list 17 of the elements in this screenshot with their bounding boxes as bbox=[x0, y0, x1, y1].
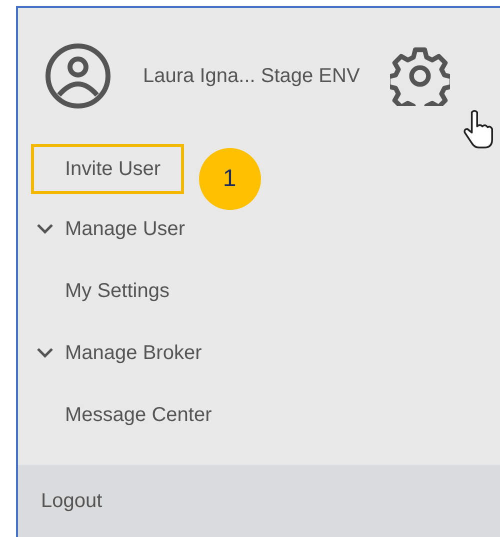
menu-item-label: Manage User bbox=[65, 218, 186, 240]
logout-link[interactable]: Logout bbox=[41, 490, 102, 512]
menu-item[interactable]: Invite User bbox=[31, 144, 184, 194]
settings-icon[interactable] bbox=[390, 46, 450, 106]
menu-item-label: Message Center bbox=[65, 404, 212, 426]
menu-item[interactable]: Manage Broker bbox=[31, 322, 225, 384]
step-number-badge: 1 bbox=[198, 148, 261, 210]
menu-item-label: Manage Broker bbox=[65, 342, 202, 364]
user-name: Laura Igna... Stage ENV bbox=[143, 64, 360, 88]
user-avatar-icon[interactable] bbox=[45, 43, 111, 109]
menu-item-label: My Settings bbox=[65, 280, 170, 302]
chevron-down-icon bbox=[36, 223, 54, 235]
menu-item[interactable]: My Settings bbox=[31, 260, 192, 322]
chevron-down-icon bbox=[36, 347, 54, 359]
menu-item-label: Invite User bbox=[65, 158, 161, 180]
hand-cursor-icon bbox=[463, 108, 493, 150]
menu-item[interactable]: Message Center bbox=[31, 384, 235, 446]
